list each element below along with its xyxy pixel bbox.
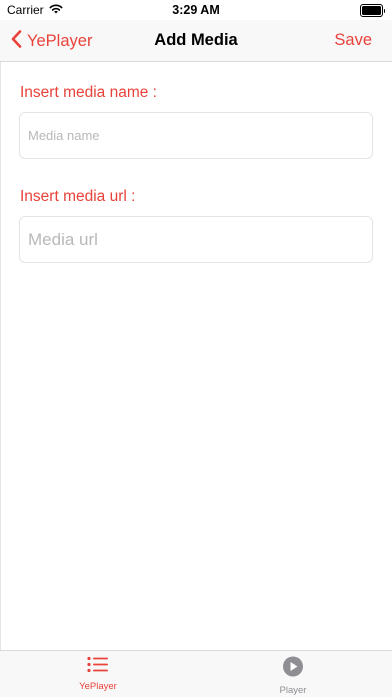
tab-yeplayer[interactable]: YePlayer xyxy=(38,656,158,692)
play-circle-icon xyxy=(282,656,304,682)
tab-player-label: Player xyxy=(279,685,307,696)
divider xyxy=(0,62,1,650)
battery-icon xyxy=(359,4,385,17)
navigation-bar: YePlayer Add Media Save xyxy=(0,20,392,62)
media-name-label: Insert media name : xyxy=(20,84,157,101)
media-url-input[interactable] xyxy=(19,216,373,263)
tab-yeplayer-label: YePlayer xyxy=(79,681,117,692)
status-time: 3:29 AM xyxy=(172,3,220,17)
tab-player[interactable]: Player xyxy=(233,656,353,696)
save-button[interactable]: Save xyxy=(334,31,372,50)
page-title: Add Media xyxy=(154,31,238,49)
media-url-label: Insert media url : xyxy=(20,188,136,205)
list-icon xyxy=(87,656,109,678)
tab-bar: YePlayer Player xyxy=(0,650,392,697)
status-bar: Carrier 3:29 AM xyxy=(0,0,392,20)
media-name-input[interactable] xyxy=(19,112,373,159)
